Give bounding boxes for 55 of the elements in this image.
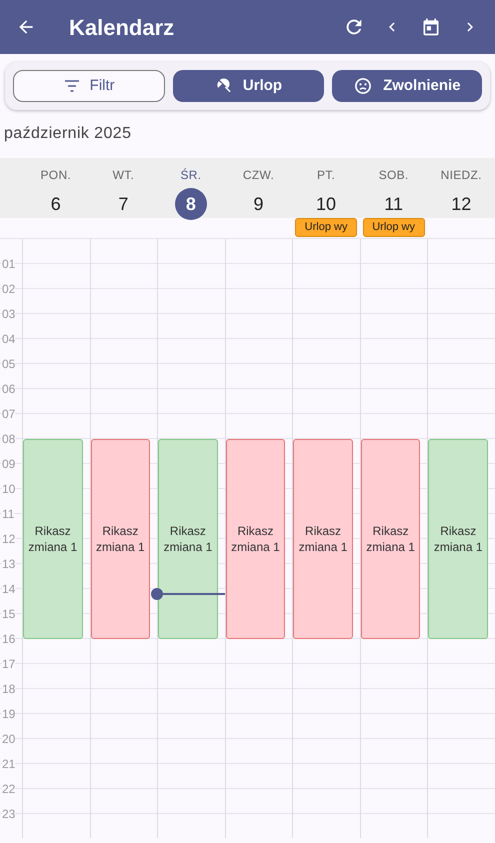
weekday-label: ŚR. — [180, 167, 202, 184]
filter-icon — [64, 80, 80, 92]
event-block[interactable]: Rikasz zmiana 1 — [360, 439, 420, 639]
weekday-label: NIEDZ. — [440, 167, 482, 184]
weekday-label: CZW. — [242, 167, 274, 184]
all-day-event[interactable]: Urlop wy — [295, 218, 358, 237]
action-button[interactable]: Urlop — [173, 70, 324, 102]
hour-label: 02 — [2, 282, 16, 296]
hour-label: 09 — [2, 457, 16, 471]
sad-face-icon — [353, 76, 374, 96]
hour-label: 04 — [2, 332, 16, 346]
hour-label: 21 — [2, 757, 16, 771]
day-number[interactable]: 10 — [310, 188, 342, 220]
month-label: październik 2025 — [4, 124, 132, 144]
weekday-label: PT. — [316, 167, 336, 184]
hour-label: 17 — [2, 657, 16, 671]
hour-label: 16 — [2, 632, 16, 646]
day-number[interactable]: 8 — [174, 188, 207, 220]
day-number[interactable]: 12 — [445, 188, 478, 220]
hour-label: 12 — [2, 532, 16, 546]
hour-label: 10 — [2, 482, 16, 496]
weekday-label: WT. — [112, 167, 134, 184]
hour-label: 08 — [2, 432, 16, 446]
hour-label: 05 — [2, 357, 16, 371]
day-number[interactable]: 6 — [40, 188, 72, 220]
calendar-icon[interactable] — [421, 17, 441, 37]
hour-label: 15 — [2, 607, 16, 621]
action-button[interactable]: Zwolnienie — [332, 70, 482, 102]
hour-label: 13 — [2, 557, 16, 571]
event-block[interactable]: Rikasz zmiana 1 — [90, 439, 150, 639]
hour-label: 19 — [2, 707, 16, 721]
event-block[interactable]: Rikasz zmiana 1 — [23, 439, 83, 639]
hour-label: 23 — [2, 807, 16, 821]
event-block[interactable]: Rikasz zmiana 1 — [293, 439, 353, 639]
day-number[interactable]: 7 — [107, 188, 140, 220]
hour-label: 11 — [2, 507, 14, 521]
day-number[interactable]: 9 — [242, 188, 274, 220]
hour-label: 07 — [2, 407, 16, 421]
day-number[interactable]: 11 — [378, 188, 410, 220]
event-block[interactable]: Rikasz zmiana 1 — [428, 439, 488, 639]
hour-label: 20 — [2, 732, 16, 746]
hour-label: 01 — [2, 257, 16, 271]
weekday-label: PON. — [40, 167, 72, 184]
weekday-label: SOB. — [378, 167, 409, 184]
hour-label: 18 — [2, 682, 16, 696]
all-day-event[interactable]: Urlop wy — [362, 218, 425, 237]
hour-label: 14 — [2, 582, 16, 596]
hour-label: 06 — [2, 382, 16, 396]
window-title: Kalendarz — [69, 14, 176, 42]
hour-label: 03 — [2, 307, 16, 321]
action-button[interactable]: Filtr — [13, 70, 166, 102]
event-block[interactable]: Rikasz zmiana 1 — [226, 439, 286, 639]
hour-label: 22 — [2, 782, 16, 796]
event-block[interactable]: Rikasz zmiana 1 — [158, 439, 218, 639]
umbrella-icon — [214, 77, 233, 95]
